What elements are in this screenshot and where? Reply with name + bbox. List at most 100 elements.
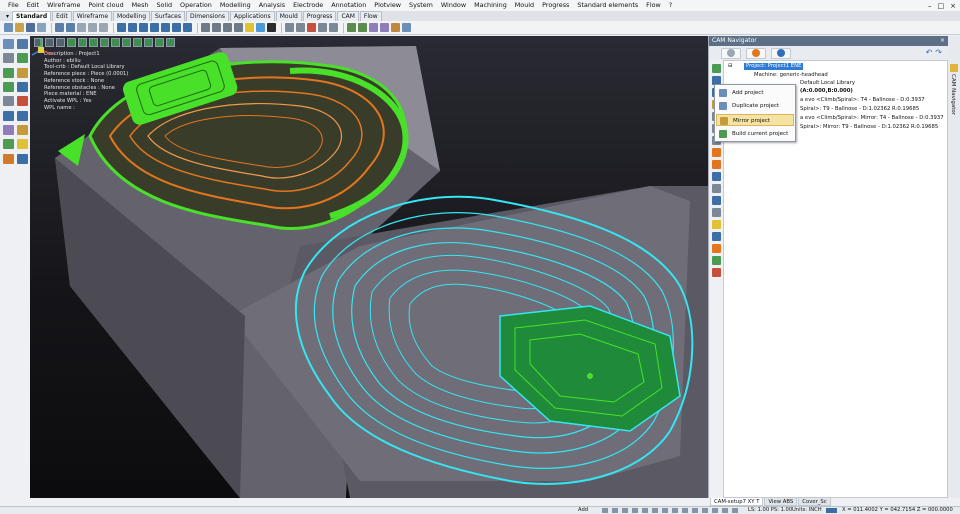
menu-system[interactable]: System [405, 0, 437, 11]
verify-icon[interactable] [711, 160, 721, 169]
menu-electrode[interactable]: Electrode [289, 0, 327, 11]
tab-applications[interactable]: Applications [230, 11, 275, 21]
hidden-line-icon[interactable] [296, 23, 305, 32]
tree-item-operation[interactable]: Spiral>: Mirror: T9 - Ballnose - D:1.023… [800, 124, 938, 131]
linestyle-status-icon[interactable] [672, 508, 678, 513]
wireframe-icon[interactable] [285, 23, 294, 32]
info-icon[interactable] [17, 153, 28, 164]
highlight-icon[interactable] [17, 139, 28, 150]
material-icon[interactable] [380, 23, 389, 32]
viewport-toolpath-icon[interactable] [67, 38, 76, 47]
copy-entity-icon[interactable] [17, 110, 28, 121]
undo-status-icon[interactable] [732, 508, 738, 513]
menu-progress[interactable]: Progress [538, 0, 573, 11]
grid-icon[interactable] [329, 23, 338, 32]
display-mode-icon[interactable] [256, 23, 265, 32]
menu-file[interactable]: File [4, 0, 23, 11]
viewport-origin-icon[interactable] [155, 38, 164, 47]
tree-item-project[interactable]: Project: Project1 ENE [744, 63, 804, 70]
redo-icon[interactable] [66, 23, 75, 32]
menu-annotation[interactable]: Annotation [327, 0, 370, 11]
color-icon[interactable] [369, 23, 378, 32]
view-iso-icon[interactable] [150, 23, 159, 32]
delete-operation-icon[interactable] [711, 268, 721, 277]
view-status-icon[interactable] [692, 508, 698, 513]
view-back-icon[interactable] [172, 23, 181, 32]
view-top-icon[interactable] [117, 23, 126, 32]
layer-status-icon[interactable] [632, 508, 638, 513]
new-operation-icon[interactable] [711, 64, 721, 73]
viewport-stock-icon[interactable] [100, 38, 109, 47]
rotate-icon[interactable] [223, 23, 232, 32]
color-status-icon[interactable] [662, 508, 668, 513]
menu-item-add-project[interactable]: Add project [716, 87, 794, 99]
tab-wireframe[interactable]: Wireframe [72, 11, 113, 21]
light-bulb-icon[interactable] [245, 23, 254, 32]
viewport-machine-icon[interactable] [133, 38, 142, 47]
section-icon[interactable] [307, 23, 316, 32]
viewport-tool-icon[interactable] [111, 38, 120, 47]
trim-icon[interactable] [3, 96, 14, 107]
dock-pin-icon[interactable] [950, 64, 958, 72]
export-icon[interactable] [711, 256, 721, 265]
menu-help[interactable]: ? [665, 0, 676, 11]
viewport-holder-icon[interactable] [122, 38, 131, 47]
pen-status-icon[interactable] [682, 508, 688, 513]
new-file-icon[interactable] [4, 23, 13, 32]
filter-status-icon[interactable] [642, 508, 648, 513]
view-bottom-icon[interactable] [183, 23, 192, 32]
tab-surfaces[interactable]: Surfaces [151, 11, 185, 21]
menu-mould[interactable]: Mould [511, 0, 538, 11]
open-folder-icon[interactable] [15, 23, 24, 32]
minimize-button[interactable]: – [928, 2, 932, 10]
scale-icon[interactable] [17, 124, 28, 135]
machine-icon[interactable] [711, 232, 721, 241]
menu-flow[interactable]: Flow [642, 0, 665, 11]
menu-plotview[interactable]: Plotview [370, 0, 405, 11]
grid-snap-icon[interactable] [612, 508, 618, 513]
tree-item-operation[interactable]: a evo <Climb/Spiral>: T4 - Ballnose - D:… [800, 97, 925, 104]
copy-icon[interactable] [88, 23, 97, 32]
3d-viewport[interactable]: Description : Project1 Author : ebiliu T… [30, 36, 708, 498]
stock-icon[interactable] [711, 196, 721, 205]
menu-item-build-current-project[interactable]: Build current project [716, 128, 794, 140]
tree-expander-icon[interactable]: ⊟ [728, 63, 732, 70]
settings-icon[interactable] [391, 23, 400, 32]
point-icon[interactable] [3, 53, 14, 64]
maximize-button[interactable]: □ [938, 2, 945, 10]
measure-icon[interactable] [347, 23, 356, 32]
undo-arrow-icon[interactable]: ↶ [926, 48, 933, 57]
close-icon[interactable]: × [940, 36, 945, 46]
menu-wireframe[interactable]: Wireframe [43, 0, 84, 11]
tab-modelling[interactable]: Modelling [113, 11, 151, 21]
tree-item-machine[interactable]: Machine: generic-headhead [754, 72, 828, 79]
menu-operation[interactable]: Operation [176, 0, 216, 11]
menu-standard-elements[interactable]: Standard elements [573, 0, 642, 11]
report-icon[interactable] [711, 184, 721, 193]
menu-mesh[interactable]: Mesh [128, 0, 153, 11]
view-tab-cam-setup[interactable]: CAM-setup7 XY T [710, 498, 764, 506]
move-icon[interactable] [3, 110, 14, 121]
viewport-simulate-icon[interactable] [78, 38, 87, 47]
zoom-icon[interactable] [201, 23, 210, 32]
view-tab-view-abs[interactable]: View ABS [764, 498, 798, 506]
surface-icon[interactable] [3, 81, 14, 92]
solid-icon[interactable] [17, 81, 28, 92]
tab-mould[interactable]: Mould [275, 11, 302, 21]
redo-arrow-icon[interactable]: ↷ [935, 48, 942, 57]
display-status-icon[interactable] [702, 508, 708, 513]
tab-progress[interactable]: Progress [302, 11, 337, 21]
print-icon[interactable] [37, 23, 46, 32]
viewport-layer-icon[interactable] [56, 38, 65, 47]
zoom-fit-icon[interactable] [234, 23, 243, 32]
menu-edit[interactable]: Edit [23, 0, 43, 11]
select-icon[interactable] [3, 39, 14, 49]
mirror-icon[interactable] [3, 124, 14, 135]
lock-status-icon[interactable] [722, 508, 728, 513]
menu-point-cloud[interactable]: Point cloud [84, 0, 127, 11]
delete-icon[interactable] [17, 96, 28, 107]
collision-icon[interactable] [711, 220, 721, 229]
menu-analysis[interactable]: Analysis [255, 0, 289, 11]
undo-icon[interactable] [55, 23, 64, 32]
layer-icon[interactable] [318, 23, 327, 32]
